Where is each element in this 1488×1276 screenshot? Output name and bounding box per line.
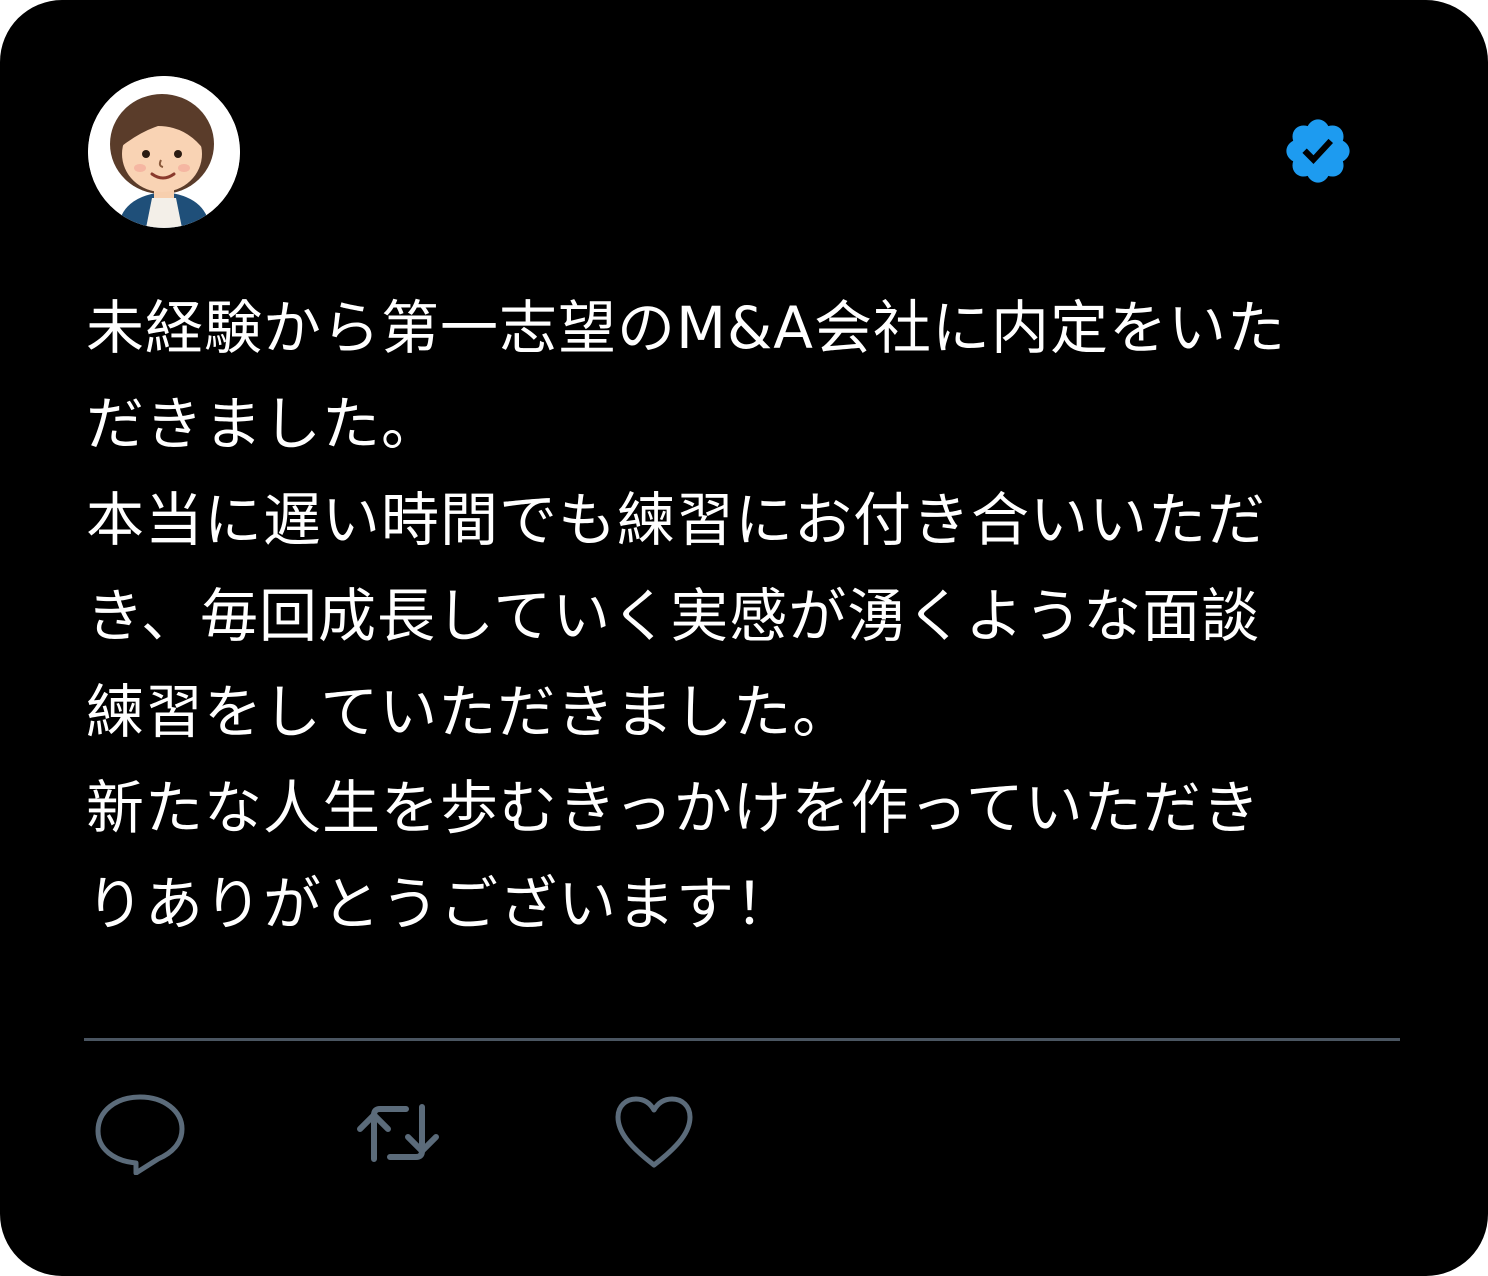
tweet-card: 未経験から第一志望のM&A会社に内定をいた だきました。 本当に遅い時間でも練習… — [0, 0, 1488, 1276]
tweet-text-line: 新たな人生を歩むきっかけを作っていただき — [86, 774, 1261, 842]
tweet-text-line: りありがとうございます！ — [86, 870, 795, 938]
woman-avatar-icon — [88, 76, 240, 228]
reply-bubble-icon — [95, 1094, 185, 1175]
tweet-text-line: き、毎回成長していく実感が湧くような面談 — [86, 582, 1261, 650]
like-button[interactable] — [604, 1088, 704, 1178]
retweet-button[interactable] — [348, 1088, 448, 1178]
divider — [84, 1038, 1400, 1041]
author-avatar[interactable] — [88, 76, 240, 228]
heart-icon — [615, 1096, 693, 1168]
tweet-text: 未経験から第一志望のM&A会社に内定をいた だきました。 本当に遅い時間でも練習… — [86, 280, 1386, 952]
tweet-text-line: 練習をしていただきました。 — [86, 678, 852, 746]
retweet-icon — [357, 1104, 439, 1162]
reply-button[interactable] — [90, 1088, 190, 1178]
tweet-text-line: だきました。 — [86, 390, 441, 458]
tweet-text-line: 未経験から第一志望のM&A会社に内定をいた — [86, 294, 1286, 362]
verified-badge-icon — [1286, 119, 1350, 183]
tweet-text-line: 本当に遅い時間でも練習にお付き合いいただ — [86, 486, 1267, 554]
verified-badge — [1281, 114, 1355, 188]
